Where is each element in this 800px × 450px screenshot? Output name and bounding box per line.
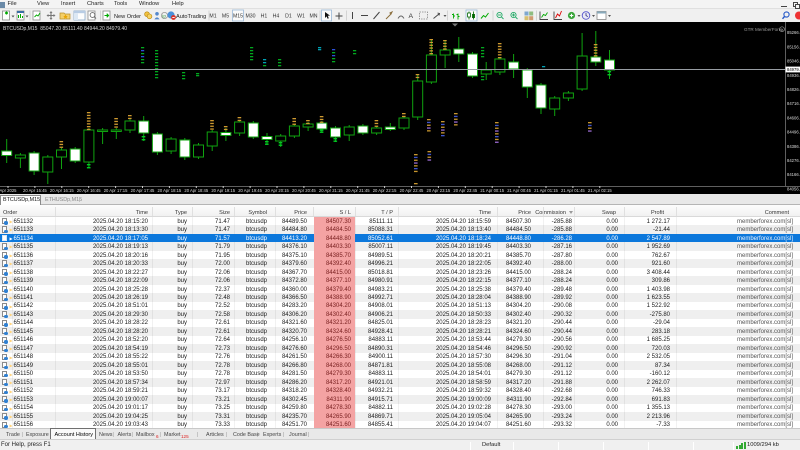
svg-text:20 Apr 15:45: 20 Apr 15:45 (23, 188, 47, 193)
svg-text:20 Apr 16:45: 20 Apr 16:45 (77, 188, 101, 193)
svg-text:84716.1: 84716.1 (787, 101, 800, 106)
svg-text:21 Apr 02:15: 21 Apr 02:15 (588, 188, 612, 193)
svg-text:M5: M5 (222, 14, 229, 20)
svg-text:21 Apr 01:15: 21 Apr 01:15 (534, 188, 558, 193)
svg-text:84826.0: 84826.0 (787, 87, 800, 92)
svg-text:W1: W1 (297, 14, 305, 20)
svg-text:20 Apr 18:15: 20 Apr 18:15 (158, 188, 182, 193)
svg-text:20 Apr 16:15: 20 Apr 16:15 (50, 188, 74, 193)
svg-text:84606.1: 84606.1 (787, 115, 800, 120)
svg-text:84979.4: 84979.4 (787, 67, 800, 72)
svg-text:MN: MN (309, 14, 317, 20)
svg-text:D1: D1 (285, 14, 292, 20)
svg-text:20 Apr 18:45: 20 Apr 18:45 (184, 188, 208, 193)
svg-text:BTCUSDp,M15 85047.20 85111.40: BTCUSDp,M15 85047.20 85111.40 84944.20 8… (3, 26, 127, 32)
svg-text:A: A (409, 13, 414, 20)
svg-text:85156.0: 85156.0 (787, 44, 800, 49)
svg-text:GTR MemberForex: GTR MemberForex (744, 27, 784, 32)
svg-text:New Order: New Order (114, 14, 141, 20)
svg-text:84056.2: 84056.2 (787, 186, 800, 191)
svg-text:84166.2: 84166.2 (787, 172, 800, 177)
svg-text:20 Apr 23:45: 20 Apr 23:45 (453, 188, 477, 193)
svg-text:84496.1: 84496.1 (787, 130, 800, 135)
svg-text:85266.0: 85266.0 (787, 30, 800, 35)
svg-text:84386.1: 84386.1 (787, 144, 800, 149)
svg-text:H1: H1 (261, 14, 268, 20)
svg-text:M30: M30 (245, 14, 255, 20)
svg-text:20 Apr 17:45: 20 Apr 17:45 (131, 188, 155, 193)
svg-text:20 Apr 19:45: 20 Apr 19:45 (238, 188, 262, 193)
svg-text:AutoTrading: AutoTrading (176, 14, 206, 20)
svg-text:Apr 2025: Apr 2025 (0, 188, 17, 193)
svg-text:20 Apr 19:15: 20 Apr 19:15 (211, 188, 235, 193)
svg-text:84936.0: 84936.0 (787, 73, 800, 78)
svg-text:H4: H4 (273, 14, 280, 20)
svg-text:20 Apr 23:15: 20 Apr 23:15 (427, 188, 451, 193)
svg-text:M15: M15 (233, 14, 243, 20)
svg-text:20 Apr 22:45: 20 Apr 22:45 (400, 188, 424, 193)
svg-text:i: i (781, 27, 782, 32)
svg-text:21 Apr 00:15: 21 Apr 00:15 (480, 188, 504, 193)
svg-text:ip: ip (162, 13, 166, 18)
svg-text:20 Apr 22:15: 20 Apr 22:15 (373, 188, 397, 193)
svg-text:20 Apr 17:15: 20 Apr 17:15 (104, 188, 128, 193)
svg-text:20 Apr 21:45: 20 Apr 21:45 (346, 188, 370, 193)
svg-text:20 Apr 21:15: 20 Apr 21:15 (319, 188, 343, 193)
svg-text:85046.0: 85046.0 (787, 59, 800, 64)
svg-text:21 Apr 00:45: 21 Apr 00:45 (507, 188, 531, 193)
svg-text:M1: M1 (209, 14, 216, 20)
svg-text:84276.2: 84276.2 (787, 158, 800, 163)
svg-text:20 Apr 20:15: 20 Apr 20:15 (265, 188, 289, 193)
svg-text:21 Apr 01:45: 21 Apr 01:45 (561, 188, 585, 193)
svg-text:20 Apr 20:45: 20 Apr 20:45 (292, 188, 316, 193)
